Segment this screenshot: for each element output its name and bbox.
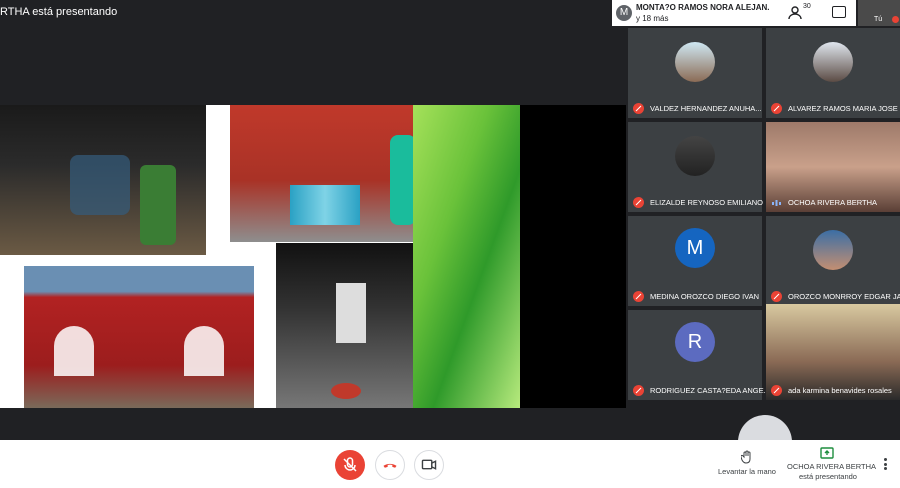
slide-photo-courtyard [24,266,254,408]
mic-off-icon [343,457,357,472]
participant-name: MEDINA OROZCO DIEGO IVAN [650,292,760,301]
participant-name: ELIZALDE REYNOSO EMILIANO [650,198,763,207]
raise-hand-label[interactable]: Levantar la mano [718,467,776,476]
avatar: R [675,322,715,362]
slide-dark-edge [520,105,626,408]
camera-toggle-button[interactable] [414,450,444,480]
mic-off-icon [771,291,782,302]
mic-off-icon [771,103,782,114]
participant-name: VALDEZ HERNANDEZ ANUHA... [650,104,762,113]
presenter-name: OCHOA RIVERA BERTHA [787,462,877,471]
participant-tile[interactable]: VALDEZ HERNANDEZ ANUHA... [628,28,762,118]
participant-name: OROZCO MONRROY EDGAR JA... [788,292,900,301]
mic-off-icon [633,103,644,114]
self-tile: Tú [858,0,900,26]
mic-off-icon [633,385,644,396]
more-options-icon[interactable] [884,458,888,470]
participant-tile[interactable]: ALVAREZ RAMOS MARIA JOSE [766,28,900,118]
avatar [813,42,853,82]
pinned-avatar: M [616,5,632,21]
slide-photo-gallery [0,105,206,255]
self-label: Tú [874,16,883,23]
participant-name: OCHOA RIVERA BERTHA [788,198,878,207]
participant-tile-speaking[interactable]: OCHOA RIVERA BERTHA [766,122,900,212]
participant-name: ada karmina benavides rosales [788,386,892,395]
camera-icon [421,459,437,470]
presenting-icon[interactable] [820,447,834,459]
participant-tile[interactable]: ada karmina benavides rosales [766,304,900,400]
bottom-control-bar [0,440,900,488]
participant-name: RODRIGUEZ CASTA?EDA ANGE... [650,386,770,395]
slide-green-decoration [413,105,520,408]
pinned-name: MONTA?O RAMOS NORA ALEJAN... [636,3,774,12]
speaking-indicator-icon [772,200,781,206]
hang-up-icon [383,463,397,468]
mic-off-icon [771,385,782,396]
presenter-status: está presentando [799,472,857,481]
avatar [675,42,715,82]
self-mic-off-icon [892,16,899,23]
participant-tile[interactable]: ELIZALDE REYNOSO EMILIANO [628,122,763,212]
slide-photo-group [230,105,437,242]
avatar [675,136,715,176]
mic-off-icon [633,197,644,208]
chat-icon[interactable] [832,6,846,18]
avatar: M [675,228,715,268]
people-count: 30 [803,3,811,10]
presentation-status: RTHA está presentando [0,6,118,18]
participant-name: ALVAREZ RAMOS MARIA JOSE [788,104,898,113]
avatar [813,230,853,270]
pinned-more: y 18 más [636,14,669,23]
participant-tile[interactable]: R RODRIGUEZ CASTA?EDA ANGE... [628,310,770,400]
mic-toggle-button[interactable] [335,450,365,480]
raise-hand-icon[interactable] [741,450,753,464]
participant-tile[interactable]: M MEDINA OROZCO DIEGO IVAN [628,216,762,306]
slide-photo-hall [276,243,413,408]
shared-screen [0,105,626,408]
participant-grid: VALDEZ HERNANDEZ ANUHA... ALVAREZ RAMOS … [626,26,900,440]
participant-tile[interactable]: OROZCO MONRROY EDGAR JA... [766,216,900,306]
leave-call-button[interactable] [375,450,405,480]
mic-off-icon [633,291,644,302]
